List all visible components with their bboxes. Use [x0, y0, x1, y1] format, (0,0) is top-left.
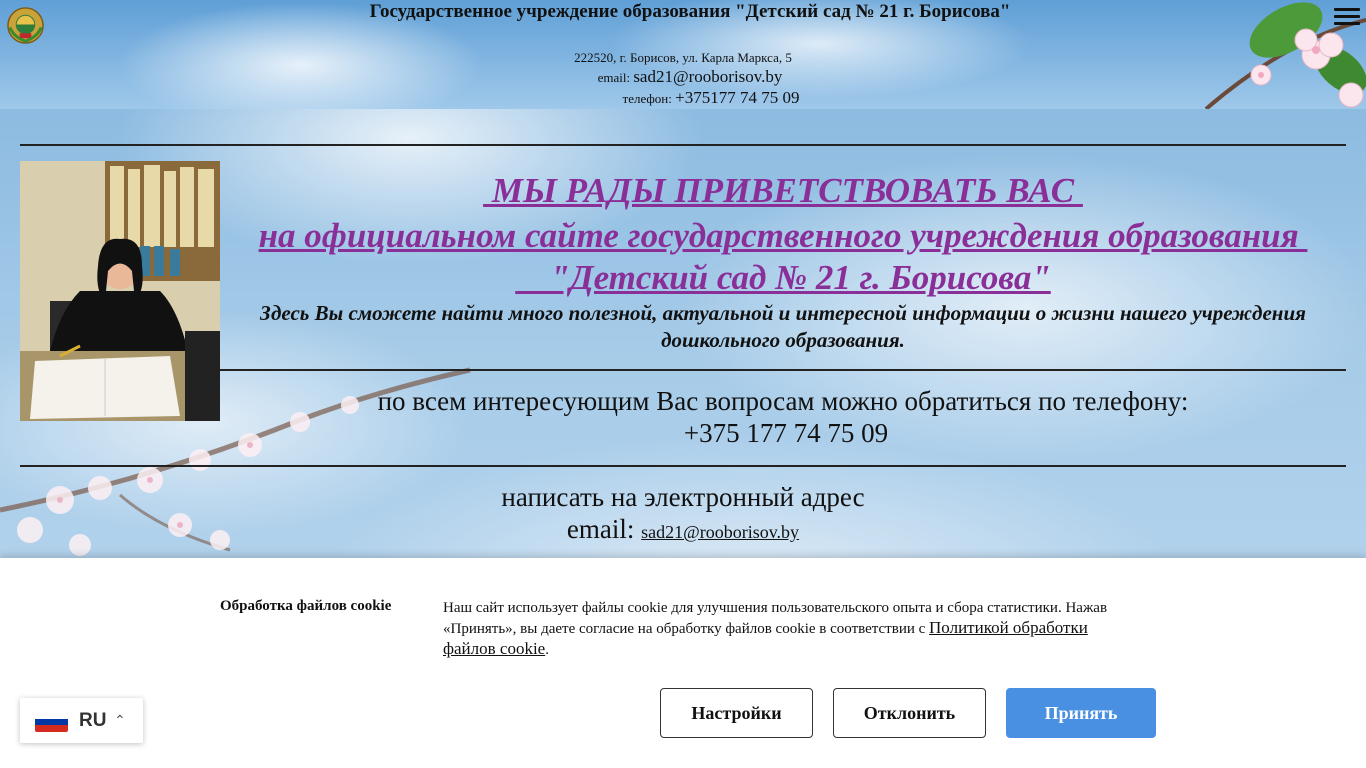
cookie-decline-button[interactable]: Отклонить [833, 688, 986, 738]
cookie-text: Наш сайт использует файлы cookie для улу… [443, 598, 1123, 660]
chevron-up-icon: ⌃ [114, 712, 126, 728]
questions-phone: +375 177 74 75 09 [683, 418, 889, 448]
email-intro-text: написать на электронный адрес [501, 482, 865, 512]
header-email-value: sad21@rooborisov.by [633, 67, 783, 86]
header-address: 222520, г. Борисов, ул. Карла Маркса, 5 [574, 50, 792, 65]
divider-bottom [20, 465, 1346, 467]
welcome-heading-line1[interactable]: МЫ РАДЫ ПРИВЕТСТВОВАТЬ ВАС [220, 171, 1346, 211]
header-email-label: email: [597, 70, 631, 85]
intro-text: Здесь Вы сможете найти много полезной, а… [260, 301, 1306, 352]
header-phone-value: +375177 74 75 09 [675, 88, 800, 107]
cookie-title: Обработка файлов cookie [220, 598, 392, 614]
divider-middle [220, 369, 1346, 371]
questions-text: по всем интересующим Вас вопросам можно … [377, 386, 1189, 416]
site-header: Государственное учреждение образования "… [0, 0, 1366, 109]
header-phone: телефон: +375177 74 75 09 [0, 88, 1366, 108]
welcome-heading-line2[interactable]: на официальном сайте государственного уч… [220, 216, 1346, 256]
cookie-settings-button[interactable]: Настройки [660, 688, 813, 738]
email-line: email: sad21@rooborisov.by [0, 514, 1366, 545]
header-email: email: sad21@rooborisov.by [0, 67, 1366, 87]
cookie-text-end: . [545, 642, 549, 658]
cookie-banner: Обработка файлов cookie Наш сайт использ… [0, 558, 1366, 768]
welcome-heading-line3[interactable]: "Детский сад № 21 г. Борисова" [220, 258, 1346, 298]
email-link[interactable]: sad21@rooborisov.by [641, 522, 799, 542]
email-label: email: [566, 514, 635, 544]
language-switcher[interactable]: RU ⌃ [20, 698, 143, 743]
russian-flag-icon [35, 712, 68, 732]
director-photo [20, 161, 220, 421]
cookie-accept-button[interactable]: Принять [1006, 688, 1156, 738]
language-code: RU [79, 710, 107, 731]
header-title: Государственное учреждение образования "… [369, 1, 1011, 22]
header-phone-label: телефон: [622, 91, 672, 106]
divider-top [20, 144, 1346, 146]
